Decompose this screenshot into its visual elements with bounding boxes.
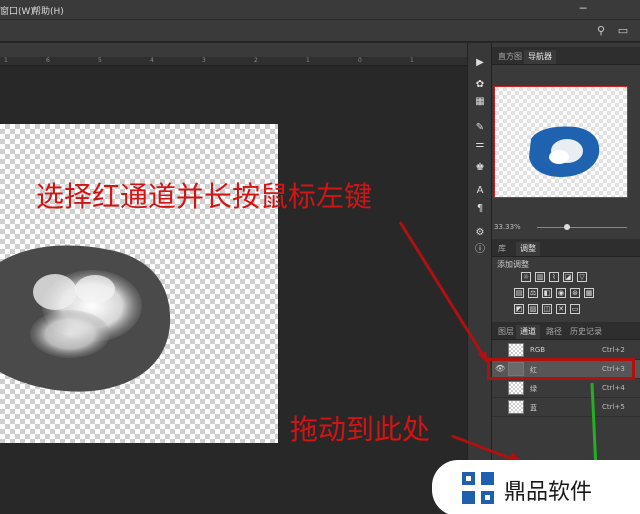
watermark-logo-icon xyxy=(462,472,494,504)
annotation-arrows xyxy=(398,221,598,471)
watermark-text: 鼎品软件 xyxy=(504,480,593,505)
arrow-to-new-channel xyxy=(451,434,521,464)
drag-path-line xyxy=(590,382,598,471)
watermark-logo: 鼎品软件 xyxy=(432,460,640,514)
arrowhead-red-channel xyxy=(478,352,490,366)
arrow-to-red-channel xyxy=(398,221,488,361)
